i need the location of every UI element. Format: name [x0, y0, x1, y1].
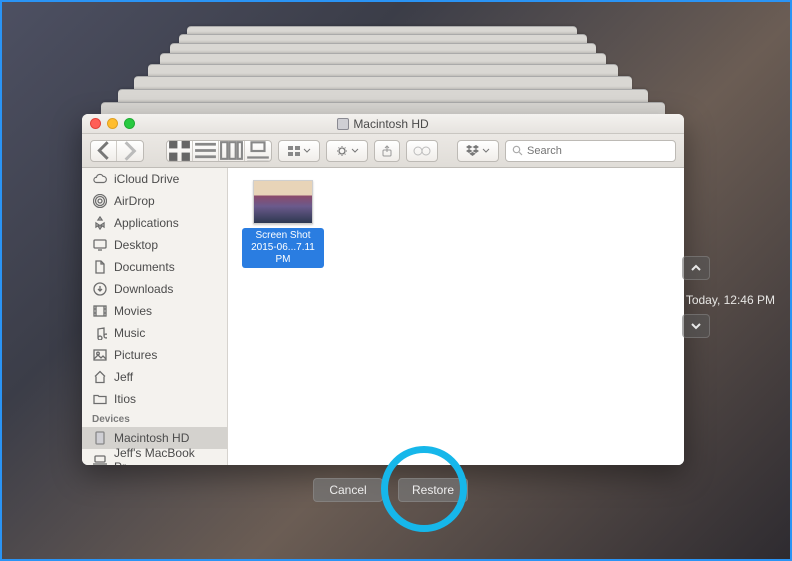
sidebar-item-movies[interactable]: Movies: [82, 300, 227, 322]
timeline-up-button[interactable]: [682, 256, 710, 280]
file-thumbnail-icon: [253, 180, 313, 224]
sidebar-item-applications[interactable]: Applications: [82, 212, 227, 234]
back-button[interactable]: [91, 141, 117, 161]
nav-back-forward[interactable]: [90, 140, 144, 162]
sidebar-item-pictures[interactable]: Pictures: [82, 344, 227, 366]
search-icon: [512, 145, 523, 156]
window-title-text: Macintosh HD: [353, 117, 428, 131]
sidebar-item-music[interactable]: Music: [82, 322, 227, 344]
sidebar-item-label: AirDrop: [114, 194, 155, 208]
laptop-icon: [92, 453, 107, 465]
picture-icon: [92, 348, 107, 362]
close-icon[interactable]: [90, 118, 101, 129]
file-item[interactable]: Screen Shot 2015-06...7.11 PM: [242, 180, 324, 268]
sidebar-item-jeff-s-macbook-pr-[interactable]: Jeff's MacBook Pr...: [82, 449, 227, 465]
window-title: Macintosh HD: [337, 117, 428, 131]
action-button[interactable]: [326, 140, 368, 162]
folder-icon: [92, 392, 107, 406]
forward-button[interactable]: [117, 141, 143, 161]
desktop-icon: [92, 238, 107, 252]
sidebar-item-label: Downloads: [114, 282, 173, 296]
download-icon: [92, 282, 107, 296]
restore-button[interactable]: Restore: [398, 478, 468, 502]
doc-icon: [92, 260, 107, 274]
sidebar: iCloud Drive AirDrop Applications Desktop Do…: [82, 168, 228, 465]
sidebar-item-itios[interactable]: Itios: [82, 388, 227, 410]
sidebar-item-label: Applications: [114, 216, 179, 230]
sidebar-item-label: Desktop: [114, 238, 158, 252]
cancel-button[interactable]: Cancel: [313, 478, 383, 502]
sidebar-section-devices: Devices: [82, 410, 227, 427]
toolbar: [82, 134, 684, 168]
cloud-icon: [92, 172, 107, 186]
sidebar-item-label: iCloud Drive: [114, 172, 179, 186]
sidebar-item-label: Itios: [114, 392, 136, 406]
tags-button[interactable]: [406, 140, 438, 162]
window-controls[interactable]: [90, 118, 135, 129]
finder-window: Macintosh HD: [82, 114, 684, 465]
minimize-icon[interactable]: [107, 118, 118, 129]
chevron-down-icon: [690, 320, 702, 332]
sidebar-item-downloads[interactable]: Downloads: [82, 278, 227, 300]
zoom-icon[interactable]: [124, 118, 135, 129]
search-input[interactable]: [527, 145, 669, 157]
search-field[interactable]: [505, 140, 676, 162]
sidebar-item-label: Documents: [114, 260, 175, 274]
arrange-button[interactable]: [278, 140, 320, 162]
view-switcher[interactable]: [166, 140, 272, 162]
sidebar-item-desktop[interactable]: Desktop: [82, 234, 227, 256]
movie-icon: [92, 304, 107, 318]
list-view-button[interactable]: [193, 141, 219, 161]
sidebar-item-jeff[interactable]: Jeff: [82, 366, 227, 388]
home-icon: [92, 370, 107, 384]
share-button[interactable]: [374, 140, 400, 162]
snapshot-timestamp: Today, 12:46 PM: [686, 293, 775, 307]
sidebar-item-label: Music: [114, 326, 145, 340]
apps-icon: [92, 216, 107, 230]
icon-view-button[interactable]: [167, 141, 193, 161]
sidebar-item-documents[interactable]: Documents: [82, 256, 227, 278]
airdrop-icon: [92, 194, 107, 208]
music-icon: [92, 326, 107, 340]
time-machine-stage: Macintosh HD: [0, 0, 792, 561]
file-label: Screen Shot 2015-06...7.11 PM: [242, 228, 324, 268]
sidebar-item-icloud-drive[interactable]: iCloud Drive: [82, 168, 227, 190]
titlebar: Macintosh HD: [82, 114, 684, 134]
sidebar-item-label: Macintosh HD: [114, 431, 189, 445]
sidebar-item-label: Pictures: [114, 348, 157, 362]
column-view-button[interactable]: [219, 141, 245, 161]
coverflow-view-button[interactable]: [245, 141, 271, 161]
sidebar-item-label: Jeff: [114, 370, 133, 384]
dropbox-button[interactable]: [457, 140, 499, 162]
sidebar-item-label: Movies: [114, 304, 152, 318]
content-area[interactable]: Screen Shot 2015-06...7.11 PM: [228, 168, 684, 465]
hd-icon: [92, 431, 107, 445]
hd-icon: [337, 118, 349, 130]
sidebar-item-airdrop[interactable]: AirDrop: [82, 190, 227, 212]
sidebar-item-label: Jeff's MacBook Pr...: [114, 446, 217, 465]
chevron-up-icon: [690, 262, 702, 274]
timeline-down-button[interactable]: [682, 314, 710, 338]
